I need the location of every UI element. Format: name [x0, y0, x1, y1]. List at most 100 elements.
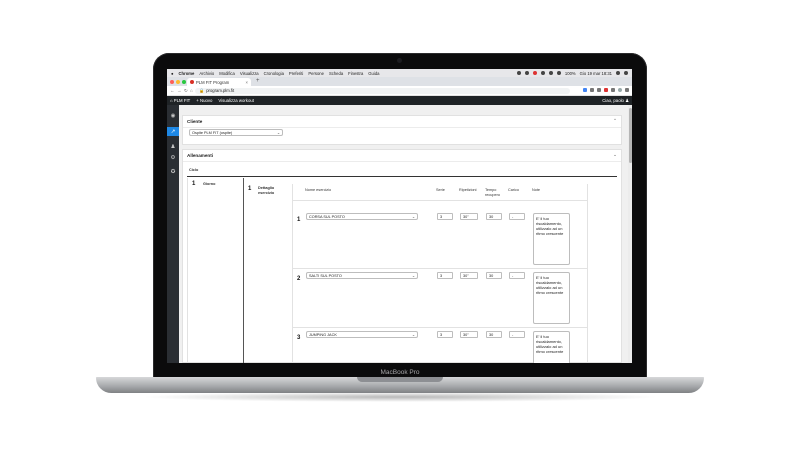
extension-icon[interactable] [597, 88, 601, 92]
nav-view-workout[interactable]: Visualizza workout [218, 98, 254, 103]
allenamenti-card: Allenamenti ⌄ Ciclo 1 Giorno 1 Dettaglio… [182, 149, 622, 363]
allenamenti-header[interactable]: Allenamenti ⌄ [183, 150, 621, 162]
recupero-input[interactable]: 30 [486, 213, 502, 220]
serie-input[interactable]: 3 [437, 331, 453, 338]
favicon-icon [190, 80, 194, 84]
ciclo-label: Ciclo [189, 168, 199, 172]
scrollbar-thumb[interactable] [628, 108, 632, 163]
menu-modifica[interactable]: Modifica [219, 71, 235, 76]
extension-icon[interactable] [590, 88, 594, 92]
extension-icon[interactable] [611, 88, 615, 92]
col-serie: Serie [436, 188, 445, 192]
address-bar-row: ← → ↻ ⌂ 🔒 program.plm.fit [167, 86, 632, 96]
close-window-icon[interactable] [170, 79, 174, 84]
ciclo-divider [187, 176, 617, 177]
menu-scheda[interactable]: Scheda [329, 71, 343, 76]
new-tab-button[interactable]: + [256, 78, 260, 84]
wifi-icon[interactable] [548, 71, 553, 75]
cliente-header[interactable]: Cliente ⌃ [183, 116, 621, 128]
allenamenti-title: Allenamenti [187, 153, 214, 158]
maximize-window-icon[interactable] [182, 79, 186, 84]
menu-guida[interactable]: Guida [368, 71, 379, 76]
recupero-input[interactable]: 30 [486, 331, 502, 338]
dashboard-icon[interactable]: ◉ [170, 113, 176, 119]
reload-icon[interactable]: ↻ [184, 88, 188, 94]
menu-visualizza[interactable]: Visualizza [240, 71, 259, 76]
close-tab-icon[interactable]: × [246, 80, 248, 85]
cliente-selected: Ospite PLM FIT (ospite) [192, 131, 233, 135]
menu-persone[interactable]: Persone [308, 71, 324, 76]
dettaglio-number: 1 [248, 186, 252, 192]
carico-input[interactable]: - [509, 331, 525, 338]
nav-new-label: Nuovo [199, 98, 213, 103]
header-divider [293, 200, 587, 201]
cliente-title: Cliente [187, 119, 203, 124]
chevron-down-icon: ⌄ [411, 274, 415, 278]
carico-input[interactable]: - [509, 272, 525, 279]
serie-input[interactable]: 3 [437, 272, 453, 279]
col-carico: Carico [508, 188, 519, 192]
note-textarea[interactable]: E' il tuo riscaldamento, utilizzalo ad u… [533, 213, 570, 265]
url-text: program.plm.fit [206, 88, 235, 93]
profile-avatar[interactable] [618, 88, 622, 92]
user-greeting[interactable]: Ciao, paolo ♟ [602, 98, 629, 104]
menu-dots-icon[interactable] [625, 88, 629, 92]
ripetizioni-input[interactable]: 30" [460, 272, 478, 279]
ripetizioni-input[interactable]: 30" [460, 331, 478, 338]
tab-title: PLM FIT Program [196, 79, 230, 85]
serie-input[interactable]: 3 [437, 213, 453, 220]
nav-new[interactable]: + Nuovo [196, 98, 212, 103]
cliente-select[interactable]: Ospite PLM FIT (ospite) ⌄ [189, 129, 283, 136]
exercise-select[interactable]: CORSA SUL POSTO ⌄ [306, 213, 418, 220]
settings-icon[interactable]: ✪ [170, 169, 176, 175]
col-note: Note [532, 188, 541, 192]
row-divider [293, 268, 587, 269]
page-scrollbar[interactable] [628, 105, 632, 363]
url-input[interactable]: 🔒 program.plm.fit [195, 87, 570, 94]
exercise-select[interactable]: JUMPING JACK ⌄ [306, 331, 418, 338]
giorno-number: 1 [192, 181, 196, 187]
chevron-down-icon: ⌄ [411, 333, 415, 337]
menu-cronologia[interactable]: Cronologia [264, 71, 284, 76]
ripetizioni-input[interactable]: 30" [460, 213, 478, 220]
browser-tab[interactable]: PLM FIT Program × [187, 78, 251, 86]
star-icon[interactable] [583, 88, 587, 92]
chevron-up-icon[interactable]: ⌃ [613, 118, 617, 124]
col-recupero: Tempo recupero [485, 188, 500, 197]
search-icon[interactable] [616, 71, 620, 75]
menu-finestra[interactable]: Finestra [348, 71, 363, 76]
exercise-name: CORSA SUL POSTO [309, 215, 345, 219]
cliente-card: Cliente ⌃ Ospite PLM FIT (ospite) ⌄ [182, 115, 622, 145]
status-icon[interactable] [516, 71, 521, 75]
menu-chrome[interactable]: Chrome [179, 71, 195, 76]
exercise-select[interactable]: SALTI SUL POSTO ⌄ [306, 272, 418, 279]
user-icon[interactable]: ♟ [170, 144, 176, 150]
row-divider [293, 327, 587, 328]
forward-icon[interactable]: → [177, 88, 182, 93]
cloud-icon[interactable] [540, 71, 545, 75]
chevron-down-icon[interactable]: ⌄ [613, 152, 617, 158]
extension-icon[interactable] [604, 88, 608, 92]
table-border [587, 184, 588, 363]
home-icon[interactable]: ⌂ [190, 88, 193, 93]
back-icon[interactable]: ← [170, 88, 175, 93]
recupero-input[interactable]: 30 [486, 272, 502, 279]
chevron-down-icon: ⌄ [276, 131, 280, 135]
status-icon[interactable] [524, 71, 529, 75]
menu-archivio[interactable]: Archivio [199, 71, 214, 76]
note-textarea[interactable]: E' il tuo riscaldamento, utilizzalo ad u… [533, 272, 570, 324]
volume-icon[interactable] [556, 71, 561, 75]
brand-label: PLM FIT [173, 98, 191, 103]
menu-list-icon[interactable] [624, 71, 628, 75]
minimize-window-icon[interactable] [176, 79, 180, 84]
clock-label: Gio 19 mar 18:31 [579, 70, 612, 76]
base-shadow [140, 392, 660, 402]
record-icon[interactable] [532, 71, 537, 75]
gear-icon[interactable]: ⚙ [170, 155, 176, 161]
menu-preferiti[interactable]: Preferiti [289, 71, 303, 76]
app-brand[interactable]: ⌂ PLM FIT [170, 98, 190, 103]
carico-input[interactable]: - [509, 213, 525, 220]
note-textarea[interactable]: E' il tuo riscaldamento, utilizzalo ad u… [533, 331, 570, 363]
apple-icon[interactable]: ● [171, 71, 174, 76]
col-nome: Nome esercizio [305, 188, 332, 192]
